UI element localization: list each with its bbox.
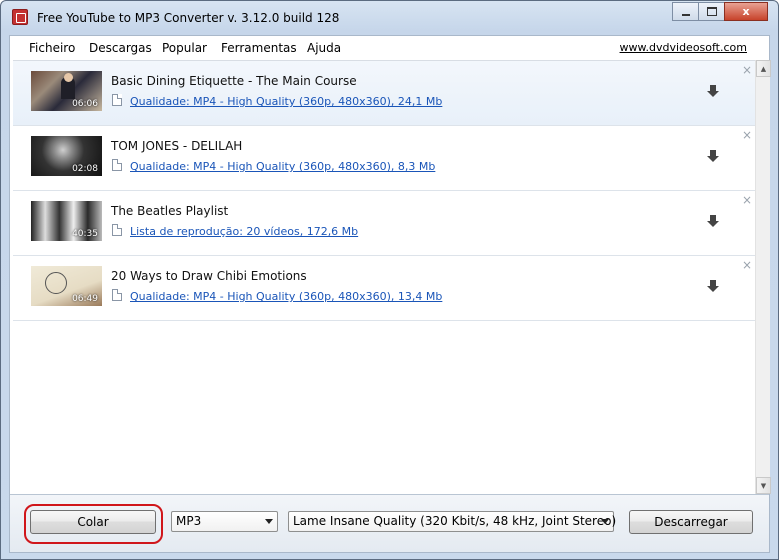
download-button[interactable]: Descarregar [629, 510, 753, 534]
download-arrow-icon[interactable] [707, 215, 719, 229]
video-row[interactable]: 06:49 20 Ways to Draw Chibi Emotions Qua… [13, 256, 755, 321]
menu-ficheiro[interactable]: Ficheiro [29, 41, 75, 55]
playlist-link[interactable]: Lista de reprodução: 20 vídeos, 172,6 Mb [130, 225, 358, 238]
window-title: Free YouTube to MP3 Converter v. 3.12.0 … [37, 11, 340, 25]
video-duration: 06:49 [72, 294, 98, 304]
file-icon [112, 159, 122, 171]
video-duration: 06:06 [72, 99, 98, 109]
playlist-icon [112, 224, 122, 236]
vertical-scrollbar[interactable]: ▲ ▼ [755, 60, 771, 494]
video-title: Basic Dining Etiquette - The Main Course [111, 74, 357, 88]
remove-icon[interactable]: × [742, 128, 752, 142]
menu-descargas[interactable]: Descargas [89, 41, 152, 55]
menu-bar: Ficheiro Descargas Popular Ferramentas A… [10, 36, 769, 60]
video-list: 06:06 Basic Dining Etiquette - The Main … [13, 60, 755, 494]
video-duration: 40:35 [72, 229, 98, 239]
format-select-value: MP3 [176, 514, 202, 528]
download-arrow-icon[interactable] [707, 85, 719, 99]
video-thumbnail: 06:06 [31, 71, 102, 111]
menu-popular[interactable]: Popular [162, 41, 207, 55]
bottom-toolbar: Colar MP3 Lame Insane Quality (320 Kbit/… [10, 494, 769, 552]
remove-icon[interactable]: × [742, 258, 752, 272]
quality-select-value: Lame Insane Quality (320 Kbit/s, 48 kHz,… [293, 514, 617, 528]
file-icon [112, 94, 122, 106]
video-row[interactable]: 06:06 Basic Dining Etiquette - The Main … [13, 61, 755, 126]
remove-icon[interactable]: × [742, 63, 752, 77]
client-area: Ficheiro Descargas Popular Ferramentas A… [9, 35, 771, 553]
scroll-up-button[interactable]: ▲ [756, 60, 771, 77]
chevron-down-icon [265, 519, 273, 524]
format-select[interactable]: MP3 [171, 511, 278, 532]
close-button[interactable]: x [724, 2, 768, 21]
video-row[interactable]: 02:08 TOM JONES - DELILAH Qualidade: MP4… [13, 126, 755, 191]
download-arrow-icon[interactable] [707, 150, 719, 164]
video-title: TOM JONES - DELILAH [111, 139, 243, 153]
video-title: The Beatles Playlist [111, 204, 229, 218]
dvdvideosoft-link[interactable]: www.dvdvideosoft.com [620, 41, 747, 54]
video-thumbnail: 06:49 [31, 266, 102, 306]
title-bar[interactable]: Free YouTube to MP3 Converter v. 3.12.0 … [1, 1, 778, 35]
app-logo-icon [12, 9, 28, 25]
video-row[interactable]: 40:35 The Beatles Playlist Lista de repr… [13, 191, 755, 256]
quality-select[interactable]: Lame Insane Quality (320 Kbit/s, 48 kHz,… [288, 511, 617, 532]
video-thumbnail: 02:08 [31, 136, 102, 176]
paste-button[interactable]: Colar [30, 510, 156, 534]
app-window: Free YouTube to MP3 Converter v. 3.12.0 … [0, 0, 779, 560]
chevron-down-icon [601, 519, 609, 524]
video-title: 20 Ways to Draw Chibi Emotions [111, 269, 307, 283]
menu-ferramentas[interactable]: Ferramentas [221, 41, 297, 55]
remove-icon[interactable]: × [742, 193, 752, 207]
window-controls: x [672, 2, 768, 21]
download-arrow-icon[interactable] [707, 280, 719, 294]
scroll-down-button[interactable]: ▼ [756, 477, 771, 494]
video-duration: 02:08 [72, 164, 98, 174]
quality-link[interactable]: Qualidade: MP4 - High Quality (360p, 480… [130, 95, 442, 108]
maximize-button[interactable] [698, 2, 725, 21]
video-thumbnail: 40:35 [31, 201, 102, 241]
quality-link[interactable]: Qualidade: MP4 - High Quality (360p, 480… [130, 160, 435, 173]
quality-link[interactable]: Qualidade: MP4 - High Quality (360p, 480… [130, 290, 442, 303]
file-icon [112, 289, 122, 301]
minimize-button[interactable] [672, 2, 699, 21]
menu-ajuda[interactable]: Ajuda [307, 41, 341, 55]
